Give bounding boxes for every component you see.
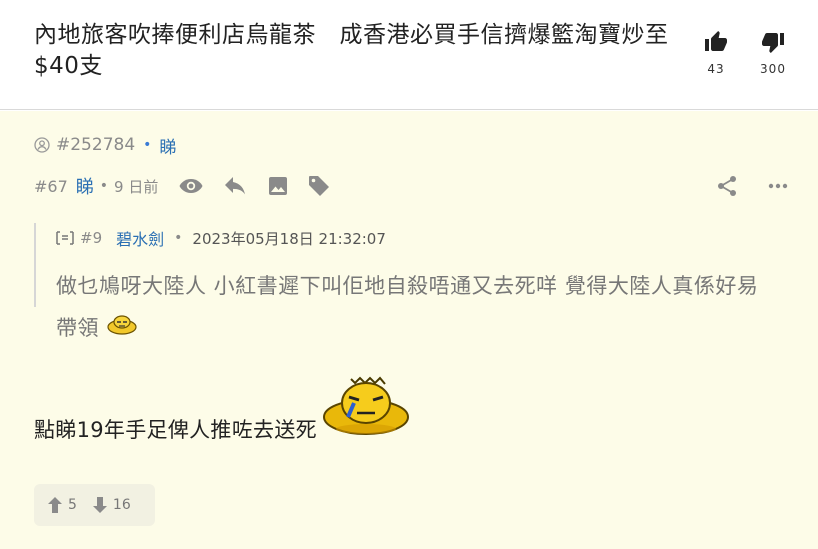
- thread-title: 內地旅客吹捧便利店烏龍茶 成香港必買手信擠爆籃淘寶炒至$40支: [34, 22, 669, 79]
- thumbs-up-icon: [705, 31, 727, 51]
- image-icon: [269, 177, 288, 195]
- image-button[interactable]: [268, 176, 288, 196]
- author-name[interactable]: 睇: [159, 133, 176, 158]
- floor-number[interactable]: #67: [34, 177, 68, 196]
- reply-upvote-button[interactable]: 5: [48, 497, 77, 513]
- view-button[interactable]: [178, 176, 204, 196]
- post-content: #252784 • 睇 #67 睇 • 9 日前 #9 碧水劍 • 2023年0…: [0, 111, 818, 549]
- right-actions: [686, 175, 788, 197]
- more-icon: [768, 183, 788, 189]
- share-button[interactable]: [716, 175, 738, 197]
- like-button[interactable]: 43: [696, 30, 736, 76]
- separator-dot: •: [99, 178, 109, 194]
- tag-icon: [309, 176, 330, 196]
- reply-button[interactable]: [224, 176, 248, 196]
- quote-date: 2023年05月18日 21:32:07: [192, 229, 386, 248]
- lihkg-emoji-icon: [321, 373, 411, 446]
- quote-text: 做乜鳩呀大陸人 小紅書遲下叫佢地自殺唔通又去死咩 覺得大陸人真係好易帶領: [56, 265, 774, 350]
- reply-meta: #67 睇 • 9 日前: [34, 173, 788, 199]
- quote-floor[interactable]: #9: [80, 229, 102, 247]
- quote-body: 做乜鳩呀大陸人 小紅書遲下叫佢地自殺唔通又去死咩 覺得大陸人真係好易帶領: [56, 274, 759, 340]
- tag-button[interactable]: [308, 175, 330, 197]
- reply-vote-bar: 5 16: [34, 484, 155, 526]
- like-count: 43: [707, 62, 725, 76]
- arrow-up-icon: [48, 497, 62, 513]
- eye-icon: [179, 179, 203, 193]
- quoted-reply: #9 碧水劍 • 2023年05月18日 21:32:07 做乜鳩呀大陸人 小紅…: [34, 223, 774, 340]
- arrow-down-icon: [92, 497, 107, 513]
- quote-icon: [56, 231, 74, 245]
- reply-time: 9 日前: [114, 177, 159, 196]
- thumbs-down-icon: [762, 33, 784, 53]
- separator-dot: •: [174, 230, 183, 246]
- quote-meta: #9 碧水劍 • 2023年05月18日 21:32:07: [56, 223, 774, 253]
- downvote-count: 16: [112, 497, 131, 513]
- author-info: #252784 • 睇: [34, 133, 176, 158]
- reply-downvote-button[interactable]: 16: [92, 497, 131, 513]
- reply-body: 點睇19年手足俾人推咗去送死: [34, 373, 411, 444]
- reply-text: 點睇19年手足俾人推咗去送死: [34, 418, 317, 442]
- reply-icon: [225, 177, 246, 195]
- share-icon: [718, 176, 736, 196]
- more-options-button[interactable]: [768, 183, 788, 189]
- separator-dot: •: [143, 137, 152, 153]
- quote-author[interactable]: 碧水劍: [116, 226, 164, 250]
- dislike-button[interactable]: 300: [753, 30, 793, 76]
- user-icon: [34, 137, 50, 153]
- dislike-count: 300: [760, 62, 786, 76]
- reply-author[interactable]: 睇: [76, 173, 94, 199]
- user-id: #252784: [56, 135, 136, 155]
- upvote-count: 5: [68, 497, 77, 513]
- lihkg-emoji-icon: [106, 308, 138, 350]
- thread-header: 內地旅客吹捧便利店烏龍茶 成香港必買手信擠爆籃淘寶炒至$40支 43 300: [0, 0, 818, 110]
